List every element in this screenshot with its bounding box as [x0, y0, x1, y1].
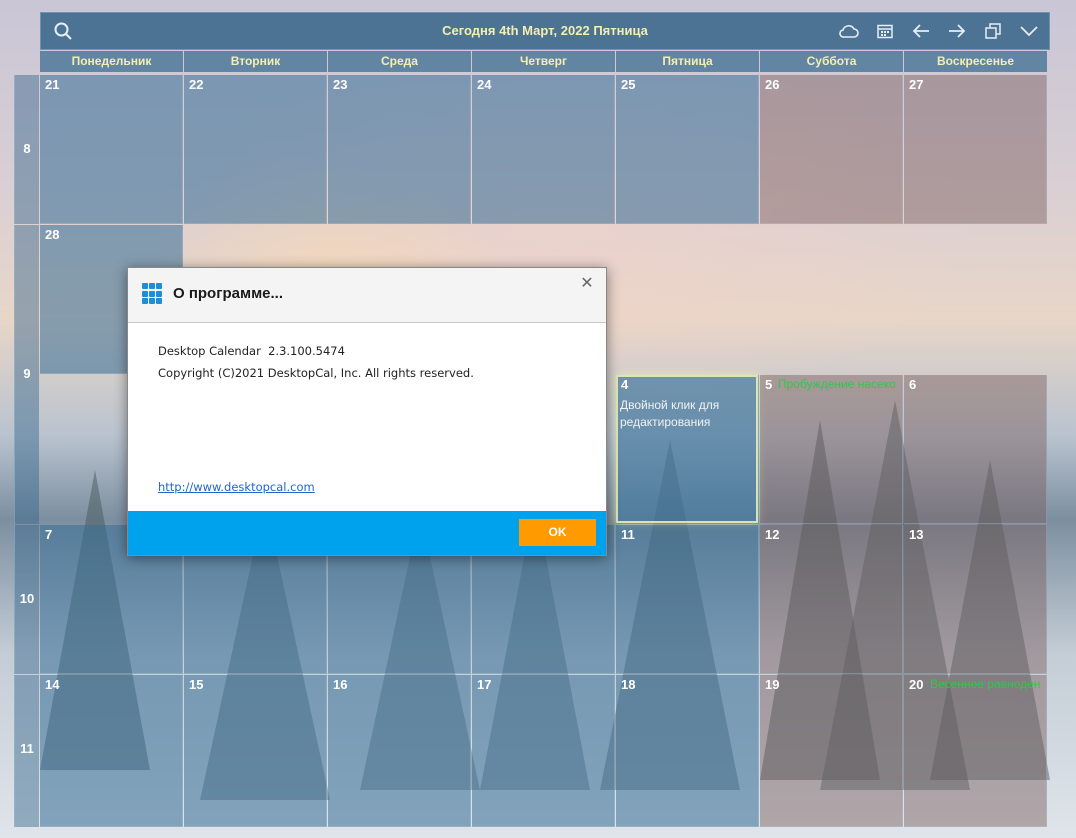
- dialog-footer: OK: [128, 511, 606, 555]
- day-cell[interactable]: 26: [760, 75, 903, 224]
- weekday-saturday: Суббота: [760, 51, 903, 72]
- day-number: 14: [45, 677, 60, 692]
- week-number-label: 8: [23, 141, 31, 156]
- day-number: 18: [621, 677, 636, 692]
- ok-button[interactable]: OK: [519, 519, 596, 546]
- day-cell[interactable]: 12: [760, 525, 903, 674]
- cloud-icon[interactable]: [837, 19, 861, 43]
- day-number: 19: [765, 677, 780, 692]
- day-number: 12: [765, 527, 780, 542]
- arrow-right-icon[interactable]: [945, 19, 969, 43]
- day-number: 22: [189, 77, 204, 92]
- day-cell[interactable]: 21: [40, 75, 183, 224]
- event-label[interactable]: Пробуждение насеко: [778, 377, 896, 391]
- day-cell[interactable]: 5 Пробуждение насеко: [760, 375, 903, 524]
- day-cell[interactable]: 22: [184, 75, 327, 224]
- weekday-friday: Пятница: [616, 51, 759, 72]
- day-number: 25: [621, 77, 636, 92]
- day-cell[interactable]: 18: [616, 675, 759, 827]
- app-logo-icon: [142, 283, 164, 305]
- about-dialog: О программе... ✕ Desktop Calendar 2.3.10…: [127, 267, 607, 556]
- day-number: 27: [909, 77, 924, 92]
- week-number-label: 10: [19, 591, 35, 606]
- day-number: 11: [621, 527, 635, 542]
- day-number: 17: [477, 677, 492, 692]
- day-cell[interactable]: 14: [40, 675, 183, 827]
- weekday-sunday: Воскресенье: [904, 51, 1047, 72]
- day-number: 6: [909, 377, 917, 392]
- event-label[interactable]: Весеннее равноден: [930, 677, 1040, 691]
- calendar-icon[interactable]: [873, 19, 897, 43]
- day-cell[interactable]: 27: [904, 75, 1047, 224]
- day-number: 7: [45, 527, 53, 542]
- day-cell[interactable]: 6: [904, 375, 1047, 524]
- edit-hint: Двойной клик для редактирования: [620, 398, 720, 429]
- day-cell[interactable]: 17: [472, 675, 615, 827]
- day-number: 5: [765, 377, 773, 392]
- day-number: 13: [909, 527, 924, 542]
- day-cell[interactable]: 24: [472, 75, 615, 224]
- weekday-thursday: Четверг: [472, 51, 615, 72]
- today-cell[interactable]: 4 Двойной клик для редактирования: [616, 375, 759, 524]
- day-number: 26: [765, 77, 780, 92]
- week-number: 10: [14, 525, 39, 674]
- day-number: 15: [189, 677, 204, 692]
- version-text: Desktop Calendar 2.3.100.5474: [158, 344, 345, 358]
- weekday-wednesday: Среда: [328, 51, 471, 72]
- week-number: 11: [14, 675, 39, 827]
- day-cell[interactable]: 19: [760, 675, 903, 827]
- day-number: 23: [333, 77, 348, 92]
- arrow-left-icon[interactable]: [909, 19, 933, 43]
- day-cell[interactable]: 11: [616, 525, 759, 674]
- website-link[interactable]: http://www.desktopcal.com: [158, 480, 315, 494]
- dialog-header: О программе... ✕: [128, 268, 606, 323]
- copyright-text: Copyright (C)2021 DesktopCal, Inc. All r…: [158, 366, 474, 380]
- day-number: 20: [909, 677, 924, 692]
- day-number: 21: [45, 77, 60, 92]
- dialog-title: О программе...: [173, 285, 284, 302]
- week-number-label: 9: [23, 366, 31, 381]
- day-cell[interactable]: 15: [184, 675, 327, 827]
- day-number: 24: [477, 77, 492, 92]
- day-cell[interactable]: 20 Весеннее равноден: [904, 675, 1047, 827]
- day-cell[interactable]: 13: [904, 525, 1047, 674]
- day-cell[interactable]: 25: [616, 75, 759, 224]
- chevron-down-icon[interactable]: [1017, 19, 1041, 43]
- week-number: 9: [14, 225, 39, 524]
- week-number: 8: [14, 75, 39, 224]
- day-number: 16: [333, 677, 348, 692]
- day-cell[interactable]: 16: [328, 675, 471, 827]
- restore-window-icon[interactable]: [981, 19, 1005, 43]
- weekday-tuesday: Вторник: [184, 51, 327, 72]
- week-number-label: 11: [20, 741, 34, 756]
- day-number: 4: [621, 377, 629, 392]
- day-cell[interactable]: 23: [328, 75, 471, 224]
- today-title: Сегодня 4th Март, 2022 Пятница: [442, 23, 648, 38]
- close-icon[interactable]: ✕: [578, 274, 596, 292]
- calendar-toolbar: Сегодня 4th Март, 2022 Пятница: [40, 12, 1050, 50]
- day-number: 28: [45, 227, 60, 242]
- weekday-header: Понедельник Вторник Среда Четверг Пятниц…: [40, 51, 1048, 72]
- weekday-monday: Понедельник: [40, 51, 183, 72]
